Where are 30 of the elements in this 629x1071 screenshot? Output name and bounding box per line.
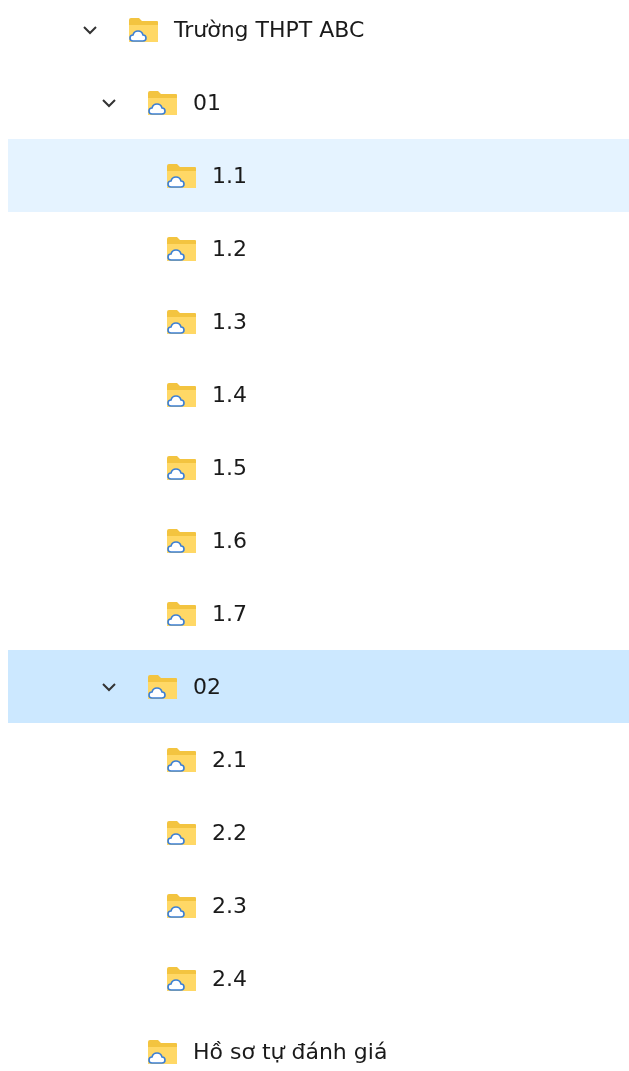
tree-item[interactable]: Hồ sơ tự đánh giá	[8, 1015, 629, 1071]
cloud-folder-icon	[166, 527, 197, 554]
cloud-folder-icon	[166, 454, 197, 481]
tree-item[interactable]: 01	[8, 66, 629, 139]
cloud-folder-icon	[166, 235, 197, 262]
tree-item[interactable]: 2.4	[8, 942, 629, 1015]
cloud-folder-icon	[166, 162, 197, 189]
tree-item[interactable]: 1.3	[8, 285, 629, 358]
tree-item[interactable]: 1.2	[8, 212, 629, 285]
cloud-folder-icon	[166, 965, 197, 992]
cloud-folder-icon	[166, 746, 197, 773]
cloud-folder-icon	[128, 16, 159, 43]
cloud-folder-icon	[166, 600, 197, 627]
cloud-folder-icon	[166, 308, 197, 335]
tree-item[interactable]: 2.1	[8, 723, 629, 796]
cloud-folder-icon	[147, 673, 178, 700]
cloud-folder-icon	[166, 381, 197, 408]
cloud-folder-icon	[166, 892, 197, 919]
tree-item[interactable]: 1.6	[8, 504, 629, 577]
tree-item[interactable]: 1.1	[8, 139, 629, 212]
tree-item[interactable]: 1.5	[8, 431, 629, 504]
tree-item[interactable]: 2.3	[8, 869, 629, 942]
tree-item[interactable]: 02	[8, 650, 629, 723]
cloud-folder-icon	[166, 819, 197, 846]
cloud-folder-icon	[147, 1038, 178, 1065]
cloud-folder-icon	[147, 89, 178, 116]
tree-item[interactable]: Trường THPT ABC	[8, 0, 629, 66]
tree-item[interactable]: 2.2	[8, 796, 629, 869]
tree-item[interactable]: 1.7	[8, 577, 629, 650]
tree-item[interactable]: 1.4	[8, 358, 629, 431]
